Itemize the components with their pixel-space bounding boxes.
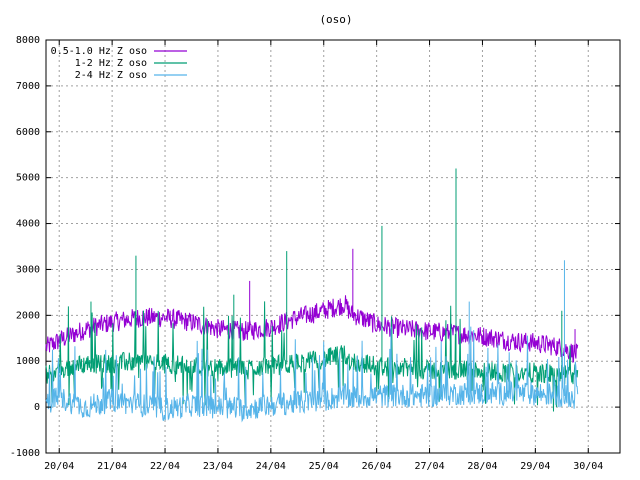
plot-frame	[45, 39, 621, 454]
x-tick-label: 28/04	[467, 461, 497, 472]
x-tick-label: 30/04	[573, 461, 603, 472]
legend-label: 0.5-1.0 Hz Z oso	[51, 46, 147, 57]
grid-lines	[46, 40, 620, 453]
y-tick-label: 5000	[16, 173, 40, 184]
x-tick-label: 26/04	[362, 461, 392, 472]
y-tick-label: 2000	[16, 310, 40, 321]
y-tick-label: 7000	[16, 81, 40, 92]
series-layer	[45, 168, 579, 423]
x-tick-label: 23/04	[203, 461, 233, 472]
oso-spectral-chart: (oso) -1000 0 1000 2000 3000 4000 5000 6000 7000…	[10, 13, 621, 472]
x-tick-label: 22/04	[150, 461, 180, 472]
legend: 0.5-1.0 Hz Z oso1-2 Hz Z oso2-4 Hz Z oso	[51, 46, 187, 81]
x-tick-label: 21/04	[97, 461, 127, 472]
legend-label: 1-2 Hz Z oso	[75, 58, 147, 69]
y-tick-label: -1000	[10, 448, 40, 459]
y-tick-label: 3000	[16, 264, 40, 275]
x-tick-label: 20/04	[44, 461, 74, 472]
y-tick-label: 0	[34, 402, 40, 413]
y-tick-label: 6000	[16, 127, 40, 138]
y-tick-label: 1000	[16, 356, 40, 367]
x-tick-label: 25/04	[309, 461, 339, 472]
legend-label: 2-4 Hz Z oso	[75, 70, 147, 81]
y-tick-label: 4000	[16, 219, 40, 230]
x-tick-label: 24/04	[256, 461, 286, 472]
chart-title: (oso)	[319, 13, 352, 26]
y-tick-label: 8000	[16, 35, 40, 46]
x-tick-label: 27/04	[414, 461, 444, 472]
x-tick-label: 29/04	[520, 461, 550, 472]
